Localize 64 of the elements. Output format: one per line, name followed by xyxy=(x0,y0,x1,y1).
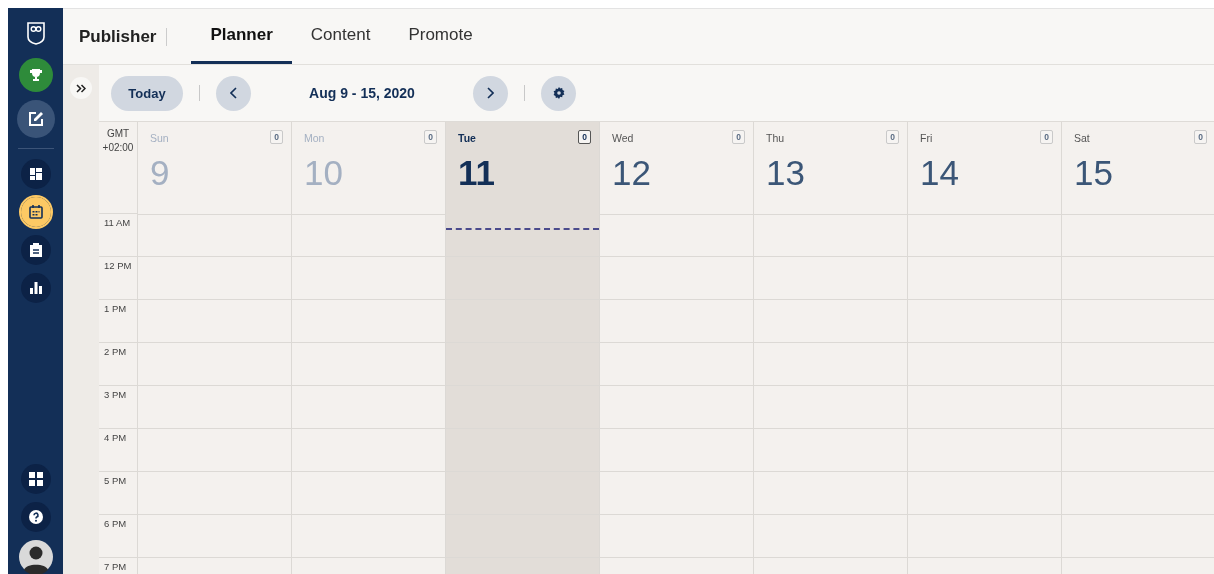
chevron-left-icon xyxy=(230,87,237,99)
app-title: Publisher xyxy=(79,27,168,46)
post-count: 0 xyxy=(1194,130,1207,144)
weekday-label: Tue xyxy=(458,132,476,144)
weekday-label: Mon xyxy=(304,132,325,144)
date-number: 13 xyxy=(766,153,805,193)
hour-label: 12 PM xyxy=(99,257,138,300)
nav-button[interactable] xyxy=(18,58,53,92)
calendar-icon xyxy=(28,205,43,219)
hour-label: 1 PM xyxy=(99,300,138,343)
nav-button[interactable] xyxy=(20,464,51,494)
date-number: 12 xyxy=(612,153,651,193)
date-number: 11 xyxy=(458,153,495,193)
date-number: 9 xyxy=(150,153,170,193)
post-count: 0 xyxy=(1040,130,1053,144)
weekday-label: Sun xyxy=(150,132,169,144)
weekday-label: Sat xyxy=(1074,132,1090,144)
nav-button[interactable] xyxy=(16,100,55,138)
compose-icon xyxy=(27,111,44,127)
post-count: 0 xyxy=(886,130,899,144)
double-chevron-icon xyxy=(76,83,86,93)
hour-label: 7 PM xyxy=(99,558,138,574)
bar-chart-icon xyxy=(29,282,42,294)
weekday-label: Thu xyxy=(766,132,785,144)
date-number: 15 xyxy=(1074,153,1113,193)
help-icon xyxy=(28,510,43,524)
nav-button[interactable] xyxy=(20,159,51,189)
weekday-label: Fri xyxy=(920,132,933,144)
date-range: Aug 9 - 15, 2020 xyxy=(308,85,416,101)
date-number: 14 xyxy=(920,153,959,193)
nav-button[interactable] xyxy=(20,197,51,227)
timezone-label: +02:00 xyxy=(101,141,135,155)
post-count: 0 xyxy=(270,130,283,144)
expand-button[interactable] xyxy=(70,77,92,99)
post-count: 0 xyxy=(732,130,745,144)
nav-button[interactable] xyxy=(20,273,51,303)
date-number: 10 xyxy=(304,153,343,193)
settings-button[interactable] xyxy=(541,75,576,111)
weekday-label: Wed xyxy=(612,132,634,144)
trophy-icon xyxy=(28,68,43,82)
nav-button[interactable] xyxy=(20,235,51,265)
post-count: 0 xyxy=(578,130,591,144)
clipboard-icon xyxy=(29,243,42,257)
nav-button[interactable] xyxy=(20,502,51,532)
hour-label: 3 PM xyxy=(99,386,138,429)
post-count: 0 xyxy=(424,130,437,144)
nav-tab[interactable]: Content xyxy=(291,9,390,64)
owl-logo-icon xyxy=(25,21,46,45)
hour-label: 6 PM xyxy=(99,515,138,558)
hour-label: 2 PM xyxy=(99,343,138,386)
grid-icon xyxy=(28,472,43,486)
profile-button[interactable] xyxy=(18,540,53,574)
chevron-right-icon xyxy=(487,87,494,99)
previous-week-button[interactable] xyxy=(216,75,251,111)
hour-label: 4 PM xyxy=(99,429,138,472)
settings-icon xyxy=(552,87,565,99)
today-button[interactable]: Today xyxy=(111,75,183,111)
hour-label: 11 AM xyxy=(99,214,138,257)
hour-label: 5 PM xyxy=(99,472,138,515)
nav-tab[interactable]: Promote xyxy=(389,9,492,64)
time-slot[interactable] xyxy=(446,214,600,257)
dashboard-icon xyxy=(29,168,42,180)
timezone-label: GMT xyxy=(105,127,131,141)
next-week-button[interactable] xyxy=(473,75,508,111)
